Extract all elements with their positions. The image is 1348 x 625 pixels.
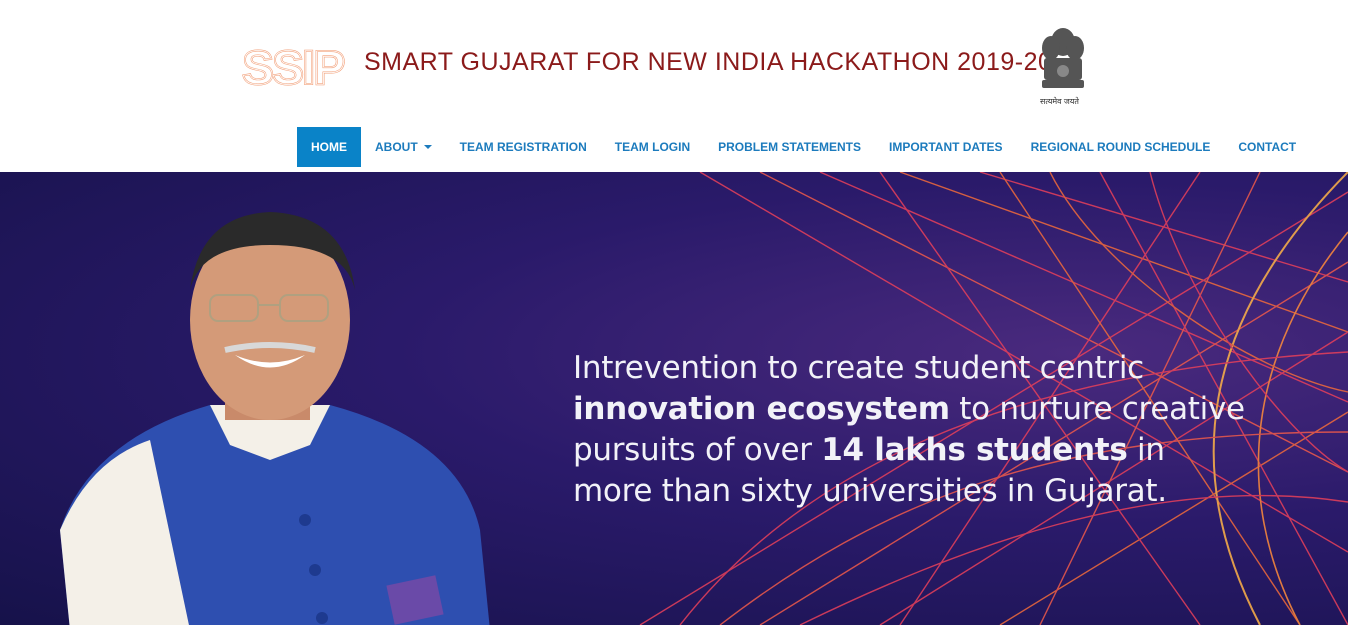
nav-about[interactable]: ABOUT <box>361 127 446 167</box>
hero-tagline: Intrevention to create student centric i… <box>573 348 1293 512</box>
nav-home[interactable]: HOME <box>297 127 361 167</box>
portrait-image <box>60 212 490 625</box>
site-header: SSIP SSIP SMART GUJARAT FOR NEW INDIA HA… <box>0 0 1348 172</box>
nav-contact[interactable]: CONTACT <box>1224 127 1310 167</box>
nav-regional-round-schedule[interactable]: REGIONAL ROUND SCHEDULE <box>1017 127 1225 167</box>
nav-problem-statements[interactable]: PROBLEM STATEMENTS <box>704 127 875 167</box>
hero-line-3-bold: 14 lakhs students <box>821 432 1128 468</box>
hero-line-3-post: in <box>1127 432 1165 468</box>
nav-about-label: ABOUT <box>375 140 418 154</box>
nav-home-label: HOME <box>311 140 347 154</box>
hero-banner: Intrevention to create student centric i… <box>0 172 1348 625</box>
nav-regional-round-schedule-label: REGIONAL ROUND SCHEDULE <box>1030 140 1211 154</box>
caret-down-icon <box>423 145 432 149</box>
nav-team-registration[interactable]: TEAM REGISTRATION <box>446 127 601 167</box>
hero-line-2-bold: innovation ecosystem <box>573 391 950 427</box>
hero-line-4: more than sixty universities in Gujarat. <box>573 473 1167 509</box>
hero-line-3-pre: pursuits of over <box>573 432 822 468</box>
hero-line-2: innovation ecosystem to nurture creative <box>573 389 1293 430</box>
main-nav: HOME ABOUT TEAM REGISTRATION TEAM LOGIN … <box>297 127 1310 167</box>
hero-line-1: Intrevention to create student centric <box>573 350 1144 386</box>
emblem-caption: सत्यमेव जयते <box>1040 97 1079 106</box>
nav-important-dates-label: IMPORTANT DATES <box>889 140 1003 154</box>
nav-problem-statements-label: PROBLEM STATEMENTS <box>718 140 861 154</box>
site-title: SMART GUJARAT FOR NEW INDIA HACKATHON 20… <box>364 48 1053 76</box>
nav-team-login[interactable]: TEAM LOGIN <box>601 127 704 167</box>
nav-contact-label: CONTACT <box>1238 140 1297 154</box>
ssip-logo[interactable]: SSIP SSIP <box>240 40 350 92</box>
nav-team-registration-label: TEAM REGISTRATION <box>459 140 587 154</box>
hero-line-3: pursuits of over 14 lakhs students in <box>573 430 1293 471</box>
hero-line-2-rest: to nurture creative <box>949 391 1245 427</box>
nav-team-login-label: TEAM LOGIN <box>614 140 691 154</box>
nav-important-dates[interactable]: IMPORTANT DATES <box>875 127 1017 167</box>
svg-text:SSIP: SSIP <box>242 42 344 92</box>
